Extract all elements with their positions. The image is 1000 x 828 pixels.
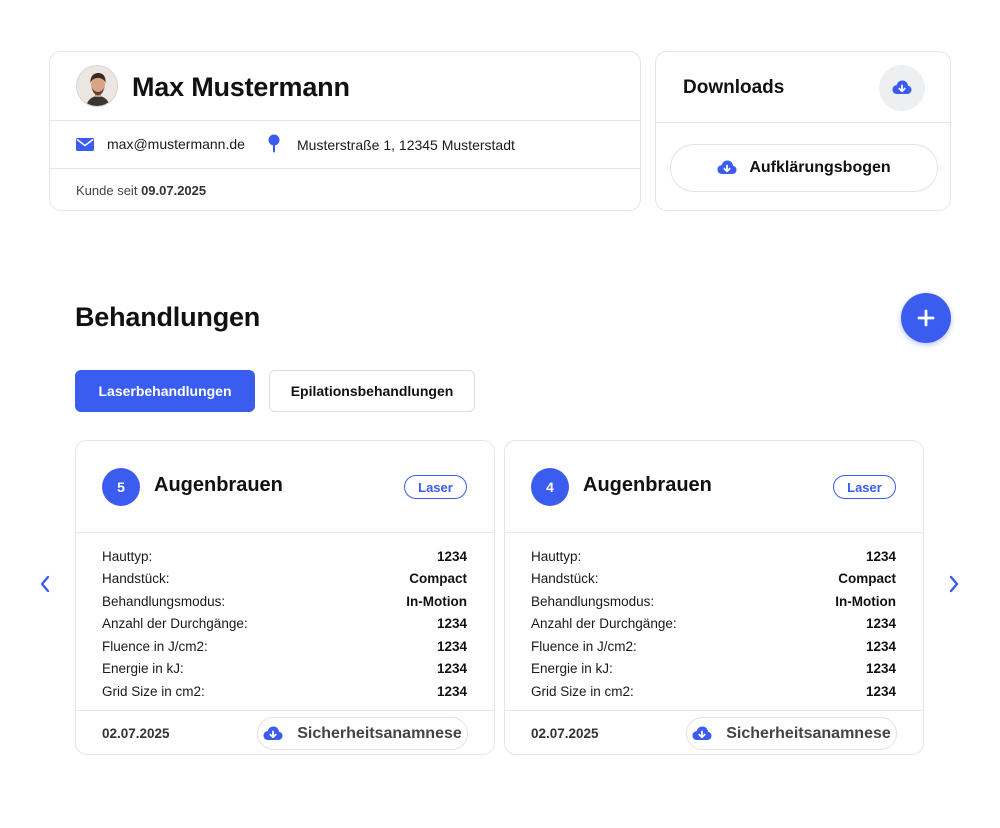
attribute-label: Anzahl der Durchgänge:: [531, 616, 677, 632]
downloads-icon-button[interactable]: [879, 65, 925, 111]
treatment-card[interactable]: 4 Augenbrauen Laser Hauttyp: 1234 Handstü…: [504, 440, 924, 755]
attribute-row: Hauttyp: 1234: [102, 545, 467, 568]
mail-icon: [76, 138, 94, 151]
downloads-card: Downloads Aufklärungsbogen: [655, 51, 951, 211]
attribute-label: Fluence in J/cm2:: [531, 638, 637, 654]
sicherheitsanamnese-label: Sicherheitsanamnese: [297, 724, 462, 742]
attribute-value: Compact: [409, 571, 467, 587]
profile-contact-row: max@mustermann.de Musterstraße 1, 12345 …: [50, 121, 640, 169]
attribute-value: 1234: [865, 638, 896, 654]
attribute-label: Hauttyp:: [531, 548, 582, 564]
treatment-attributes: Hauttyp: 1234 Handstück: Compact Behandlun…: [531, 545, 896, 703]
attribute-value: 1234: [865, 683, 896, 699]
attribute-label: Hauttyp:: [102, 548, 153, 564]
attribute-row: Hauttyp: 1234: [531, 545, 896, 568]
attribute-row: Energie in kJ: 1234: [531, 658, 896, 681]
profile-header: Max Mustermann: [50, 52, 640, 121]
treatment-date: 02.07.2025: [102, 726, 170, 741]
attribute-label: Energie in kJ:: [531, 661, 613, 677]
cloud-download-icon: [692, 726, 712, 740]
treatment-date: 02.07.2025: [531, 726, 599, 741]
treatment-number-badge: 5: [102, 468, 140, 506]
aufklaerungsbogen-download-button[interactable]: Aufklärungsbogen: [670, 144, 938, 192]
treatment-card-header: 5 Augenbrauen Laser: [76, 441, 494, 533]
attribute-row: Fluence in J/cm2: 1234: [102, 635, 467, 658]
profile-card: Max Mustermann max@mustermann.de Musters…: [49, 51, 641, 211]
section-title: Behandlungen: [75, 302, 261, 332]
profile-name: Max Mustermann: [132, 72, 350, 102]
attribute-label: Energie in kJ:: [102, 661, 184, 677]
address-text: Musterstraße 1, 12345 Musterstadt: [297, 137, 515, 153]
add-treatment-button[interactable]: [901, 293, 951, 343]
attribute-value: 1234: [436, 661, 467, 677]
treatment-card-footer: 02.07.2025 Sicherheitsanamnese: [76, 710, 494, 756]
cloud-download-icon: [263, 726, 283, 740]
attribute-value: In-Motion: [835, 593, 896, 609]
attribute-value: 1234: [865, 661, 896, 677]
sicherheitsanamnese-label: Sicherheitsanamnese: [726, 724, 891, 742]
treatment-type-tag: Laser: [833, 475, 896, 499]
treatment-title: Augenbrauen: [154, 474, 283, 496]
attribute-value: 1234: [436, 683, 467, 699]
location-pin-icon: [268, 134, 280, 153]
tab-epilationsbehandlungen[interactable]: Epilationsbehandlungen: [269, 370, 475, 412]
attribute-row: Anzahl der Durchgänge: 1234: [102, 613, 467, 636]
attribute-value: 1234: [436, 638, 467, 654]
treatment-card-header: 4 Augenbrauen Laser: [505, 441, 923, 533]
attribute-label: Anzahl der Durchgänge:: [102, 616, 248, 632]
attribute-row: Behandlungsmodus: In-Motion: [531, 590, 896, 613]
attribute-row: Energie in kJ: 1234: [102, 658, 467, 681]
tab-laserbehandlungen[interactable]: Laserbehandlungen: [75, 370, 255, 412]
carousel-prev-button[interactable]: [35, 574, 55, 594]
attribute-label: Handstück:: [531, 571, 599, 587]
customer-since-label: Kunde seit: [76, 183, 138, 198]
downloads-header: Downloads: [656, 52, 950, 123]
customer-since: Kunde seit 09.07.2025: [76, 183, 206, 198]
attribute-label: Grid Size in cm2:: [102, 683, 205, 699]
attribute-value: Compact: [838, 571, 896, 587]
attribute-value: In-Motion: [406, 593, 467, 609]
treatment-type-tag: Laser: [404, 475, 467, 499]
attribute-row: Handstück: Compact: [531, 568, 896, 591]
customer-since-date: 09.07.2025: [141, 183, 207, 198]
attribute-row: Fluence in J/cm2: 1234: [531, 635, 896, 658]
attribute-row: Anzahl der Durchgänge: 1234: [531, 613, 896, 636]
attribute-label: Behandlungsmodus:: [102, 593, 226, 609]
cloud-download-icon: [892, 80, 912, 94]
attribute-row: Grid Size in cm2: 1234: [531, 680, 896, 703]
attribute-row: Handstück: Compact: [102, 568, 467, 591]
attribute-label: Fluence in J/cm2:: [102, 638, 208, 654]
attribute-value: 1234: [436, 548, 467, 564]
plus-icon: [917, 309, 935, 327]
chevron-left-icon: [40, 575, 50, 593]
downloads-title: Downloads: [683, 77, 785, 98]
sicherheitsanamnese-download-button[interactable]: Sicherheitsanamnese: [257, 717, 468, 750]
attribute-label: Handstück:: [102, 571, 170, 587]
aufklaerungsbogen-label: Aufklärungsbogen: [749, 159, 891, 176]
attribute-row: Behandlungsmodus: In-Motion: [102, 590, 467, 613]
chevron-right-icon: [949, 575, 959, 593]
attribute-label: Behandlungsmodus:: [531, 593, 655, 609]
avatar: [76, 65, 118, 107]
attribute-value: 1234: [436, 616, 467, 632]
treatment-attributes: Hauttyp: 1234 Handstück: Compact Behandlun…: [102, 545, 467, 703]
treatment-card-footer: 02.07.2025 Sicherheitsanamnese: [505, 710, 923, 756]
treatment-title: Augenbrauen: [583, 474, 712, 496]
attribute-value: 1234: [865, 548, 896, 564]
cloud-download-icon: [717, 160, 737, 174]
carousel-next-button[interactable]: [944, 574, 964, 594]
treatment-number-badge: 4: [531, 468, 569, 506]
attribute-label: Grid Size in cm2:: [531, 683, 634, 699]
sicherheitsanamnese-download-button[interactable]: Sicherheitsanamnese: [686, 717, 897, 750]
treatment-card[interactable]: 5 Augenbrauen Laser Hauttyp: 1234 Handstü…: [75, 440, 495, 755]
email-text[interactable]: max@mustermann.de: [107, 136, 245, 152]
attribute-row: Grid Size in cm2: 1234: [102, 680, 467, 703]
attribute-value: 1234: [865, 616, 896, 632]
